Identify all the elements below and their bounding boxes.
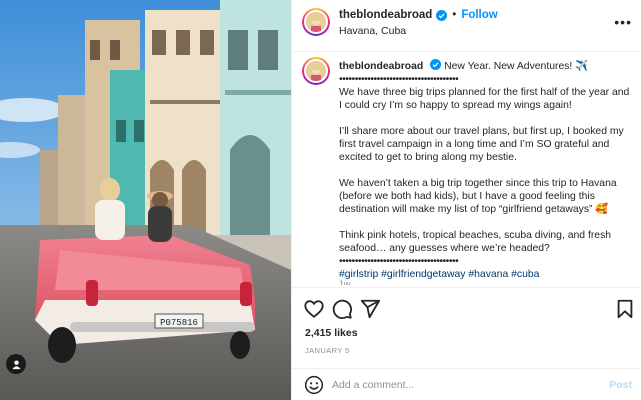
caption-paragraph: I’ll share more about our travel plans, … (339, 126, 624, 163)
caption-text: theblondeabroad New Year. New Adventures… (339, 59, 631, 285)
bookmark-icon[interactable] (614, 298, 636, 320)
action-bar (292, 287, 641, 327)
author-username[interactable]: theblondeabroad (339, 9, 432, 21)
tagged-users-icon[interactable] (6, 354, 26, 374)
caption-paragraph: Think pink hotels, tropical beaches, scu… (339, 230, 612, 254)
caption-paragraph: We haven’t taken a big trip together sin… (339, 178, 617, 215)
post-header: theblondeabroad • Follow Havana, Cuba ••… (292, 0, 641, 52)
author-avatar[interactable] (302, 8, 330, 36)
comment-bar: Post (292, 368, 641, 400)
emoji-icon[interactable] (304, 375, 324, 395)
separator-dot: • (452, 9, 457, 21)
havana-street-image: P075816 (0, 0, 291, 400)
verified-badge-icon (436, 9, 448, 21)
follow-button[interactable]: Follow (461, 9, 497, 21)
caption-username[interactable]: theblondeabroad (339, 61, 423, 72)
caption-author-avatar[interactable] (302, 57, 330, 85)
caption-headline: New Year. New Adventures! ✈️ (444, 61, 589, 72)
post-location[interactable]: Havana, Cuba (339, 25, 406, 37)
likes-count[interactable]: 2,415 likes (305, 327, 358, 339)
comment-input[interactable] (332, 376, 572, 394)
caption-paragraph: We have three big trips planned for the … (339, 87, 630, 111)
caption-hashtags[interactable]: #girlstrip #girlfriendgetaway #havana #c… (339, 268, 631, 281)
header-user-line: theblondeabroad • Follow (339, 9, 498, 21)
post-comment-button[interactable]: Post (609, 379, 632, 391)
share-icon[interactable] (359, 298, 381, 320)
caption-divider: •••••••••••••••••••••••••••••••••••••• (339, 256, 459, 267)
caption-divider: •••••••••••••••••••••••••••••••••••••• (339, 74, 459, 85)
more-options-icon[interactable]: ••• (614, 14, 632, 30)
post-date: JANUARY 5 (305, 346, 350, 355)
heart-icon[interactable] (303, 298, 325, 320)
comment-icon[interactable] (331, 298, 353, 320)
caption-section: theblondeabroad New Year. New Adventures… (292, 53, 641, 285)
caption-time-ago: 1w (339, 279, 351, 285)
verified-badge-icon (430, 59, 442, 70)
license-plate: P075816 (160, 318, 198, 328)
post-photo[interactable]: P075816 (0, 0, 291, 400)
post-sidebar: theblondeabroad • Follow Havana, Cuba ••… (291, 0, 641, 400)
